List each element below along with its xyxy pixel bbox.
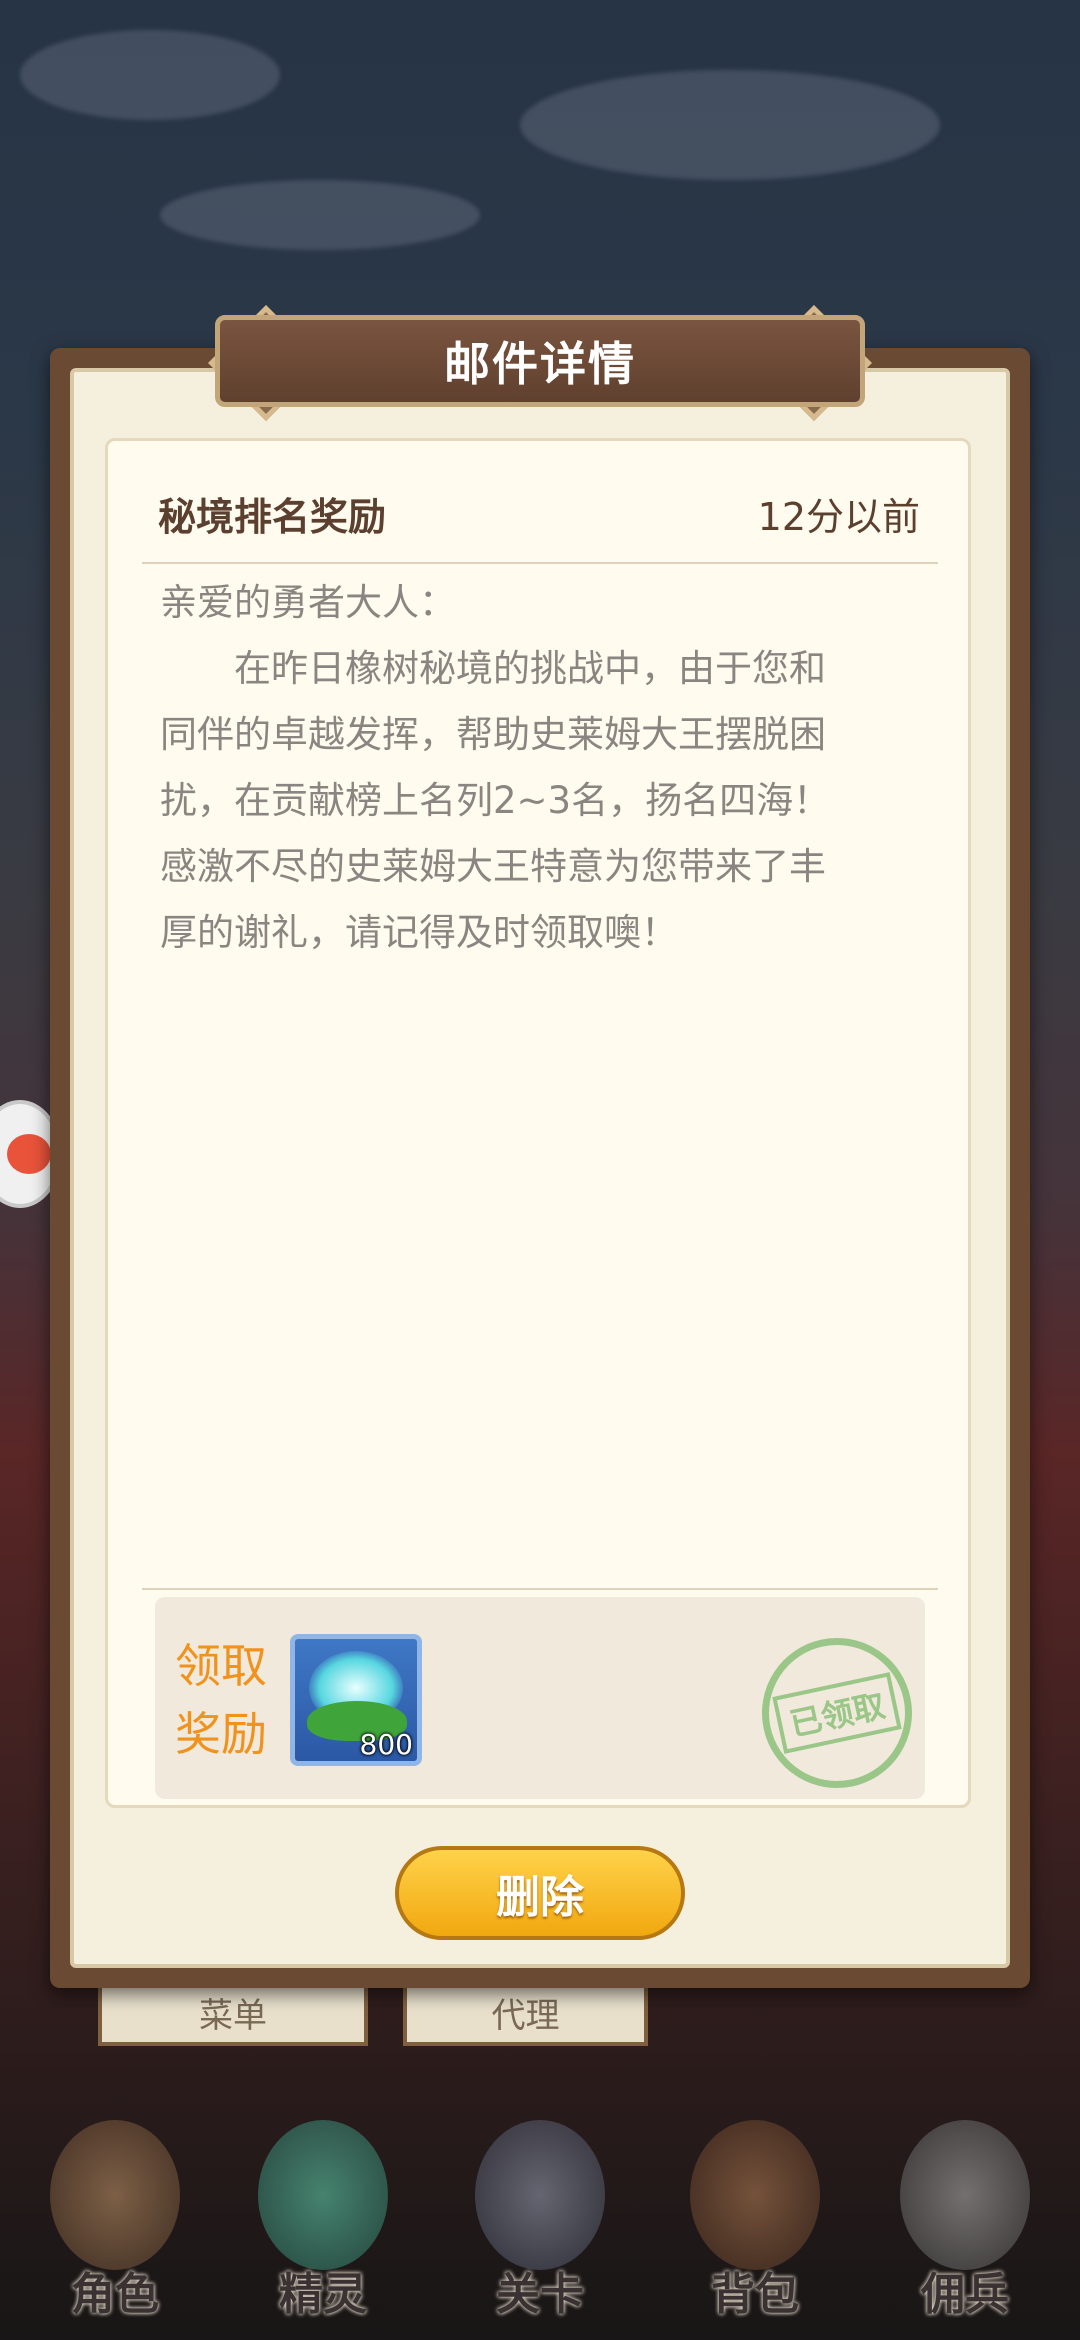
bottom-nav: 角色 精灵 关卡 背包 佣兵 <box>0 2100 1080 2340</box>
background-tab-menu: 菜单 <box>98 1982 368 2046</box>
slime-face-icon <box>7 1134 51 1174</box>
background-tab-label: 代理 <box>491 1995 560 2036</box>
nav-item-character[interactable]: 角色 <box>20 2100 210 2340</box>
mail-greeting: 亲爱的勇者大人： <box>160 581 456 624</box>
header-divider <box>142 562 938 564</box>
skull-gate-icon <box>475 2120 605 2270</box>
reward-item-slot[interactable]: 800 <box>290 1634 422 1766</box>
nav-label: 背包 <box>711 2269 799 2320</box>
mail-body-line: 在昨日橡树秘境的挑战中，由于您和 <box>234 647 826 690</box>
nav-item-mercenary[interactable]: 佣兵 <box>870 2100 1060 2340</box>
dialog-title: 邮件详情 <box>444 337 636 391</box>
nav-item-backpack[interactable]: 背包 <box>660 2100 850 2340</box>
nav-label: 关卡 <box>496 2269 584 2320</box>
hero-portrait-icon <box>50 2120 180 2270</box>
nav-label: 精灵 <box>279 2269 367 2320</box>
claim-reward-label: 领取 奖励 <box>175 1632 267 1768</box>
mail-body-line: 感激不尽的史莱姆大王特意为您带来了丰 <box>160 845 826 888</box>
claim-reward-label-line: 奖励 <box>175 1707 267 1761</box>
background-tab-agent: 代理 <box>403 1982 648 2046</box>
background-tab-label: 菜单 <box>199 1995 267 2036</box>
delete-button-label: 删除 <box>496 1872 584 1923</box>
backpack-icon <box>690 2120 820 2270</box>
background-cloud <box>520 70 940 180</box>
mail-timestamp: 12分以前 <box>757 495 920 539</box>
mail-body-line: 扰，在贡献榜上名列2~3名，扬名四海！ <box>160 779 831 822</box>
nav-label: 佣兵 <box>921 2269 1009 2320</box>
claimed-stamp-text: 已领取 <box>772 1672 902 1754</box>
claim-reward-label-line: 领取 <box>175 1639 267 1693</box>
dialog-title-plate: 邮件详情 <box>215 315 865 407</box>
slime-spirit-icon <box>258 2120 388 2270</box>
delete-button[interactable]: 删除 <box>395 1846 685 1940</box>
reward-divider <box>142 1588 938 1590</box>
mail-body: 亲爱的勇者大人： 在昨日橡树秘境的挑战中，由于您和 同伴的卓越发挥，帮助史莱姆大… <box>160 570 930 966</box>
knight-helmet-icon <box>900 2120 1030 2270</box>
nav-item-stage[interactable]: 关卡 <box>445 2100 635 2340</box>
mail-body-line: 同伴的卓越发挥，帮助史莱姆大王摆脱困 <box>160 713 826 756</box>
reward-item-quantity: 800 <box>359 1728 413 1761</box>
background-cloud <box>20 30 280 120</box>
mail-subject: 秘境排名奖励 <box>158 495 387 539</box>
nav-item-spirit[interactable]: 精灵 <box>228 2100 418 2340</box>
background-cloud <box>160 180 480 250</box>
mail-body-line: 厚的谢礼，请记得及时领取噢！ <box>160 911 678 954</box>
nav-label: 角色 <box>71 2269 159 2320</box>
